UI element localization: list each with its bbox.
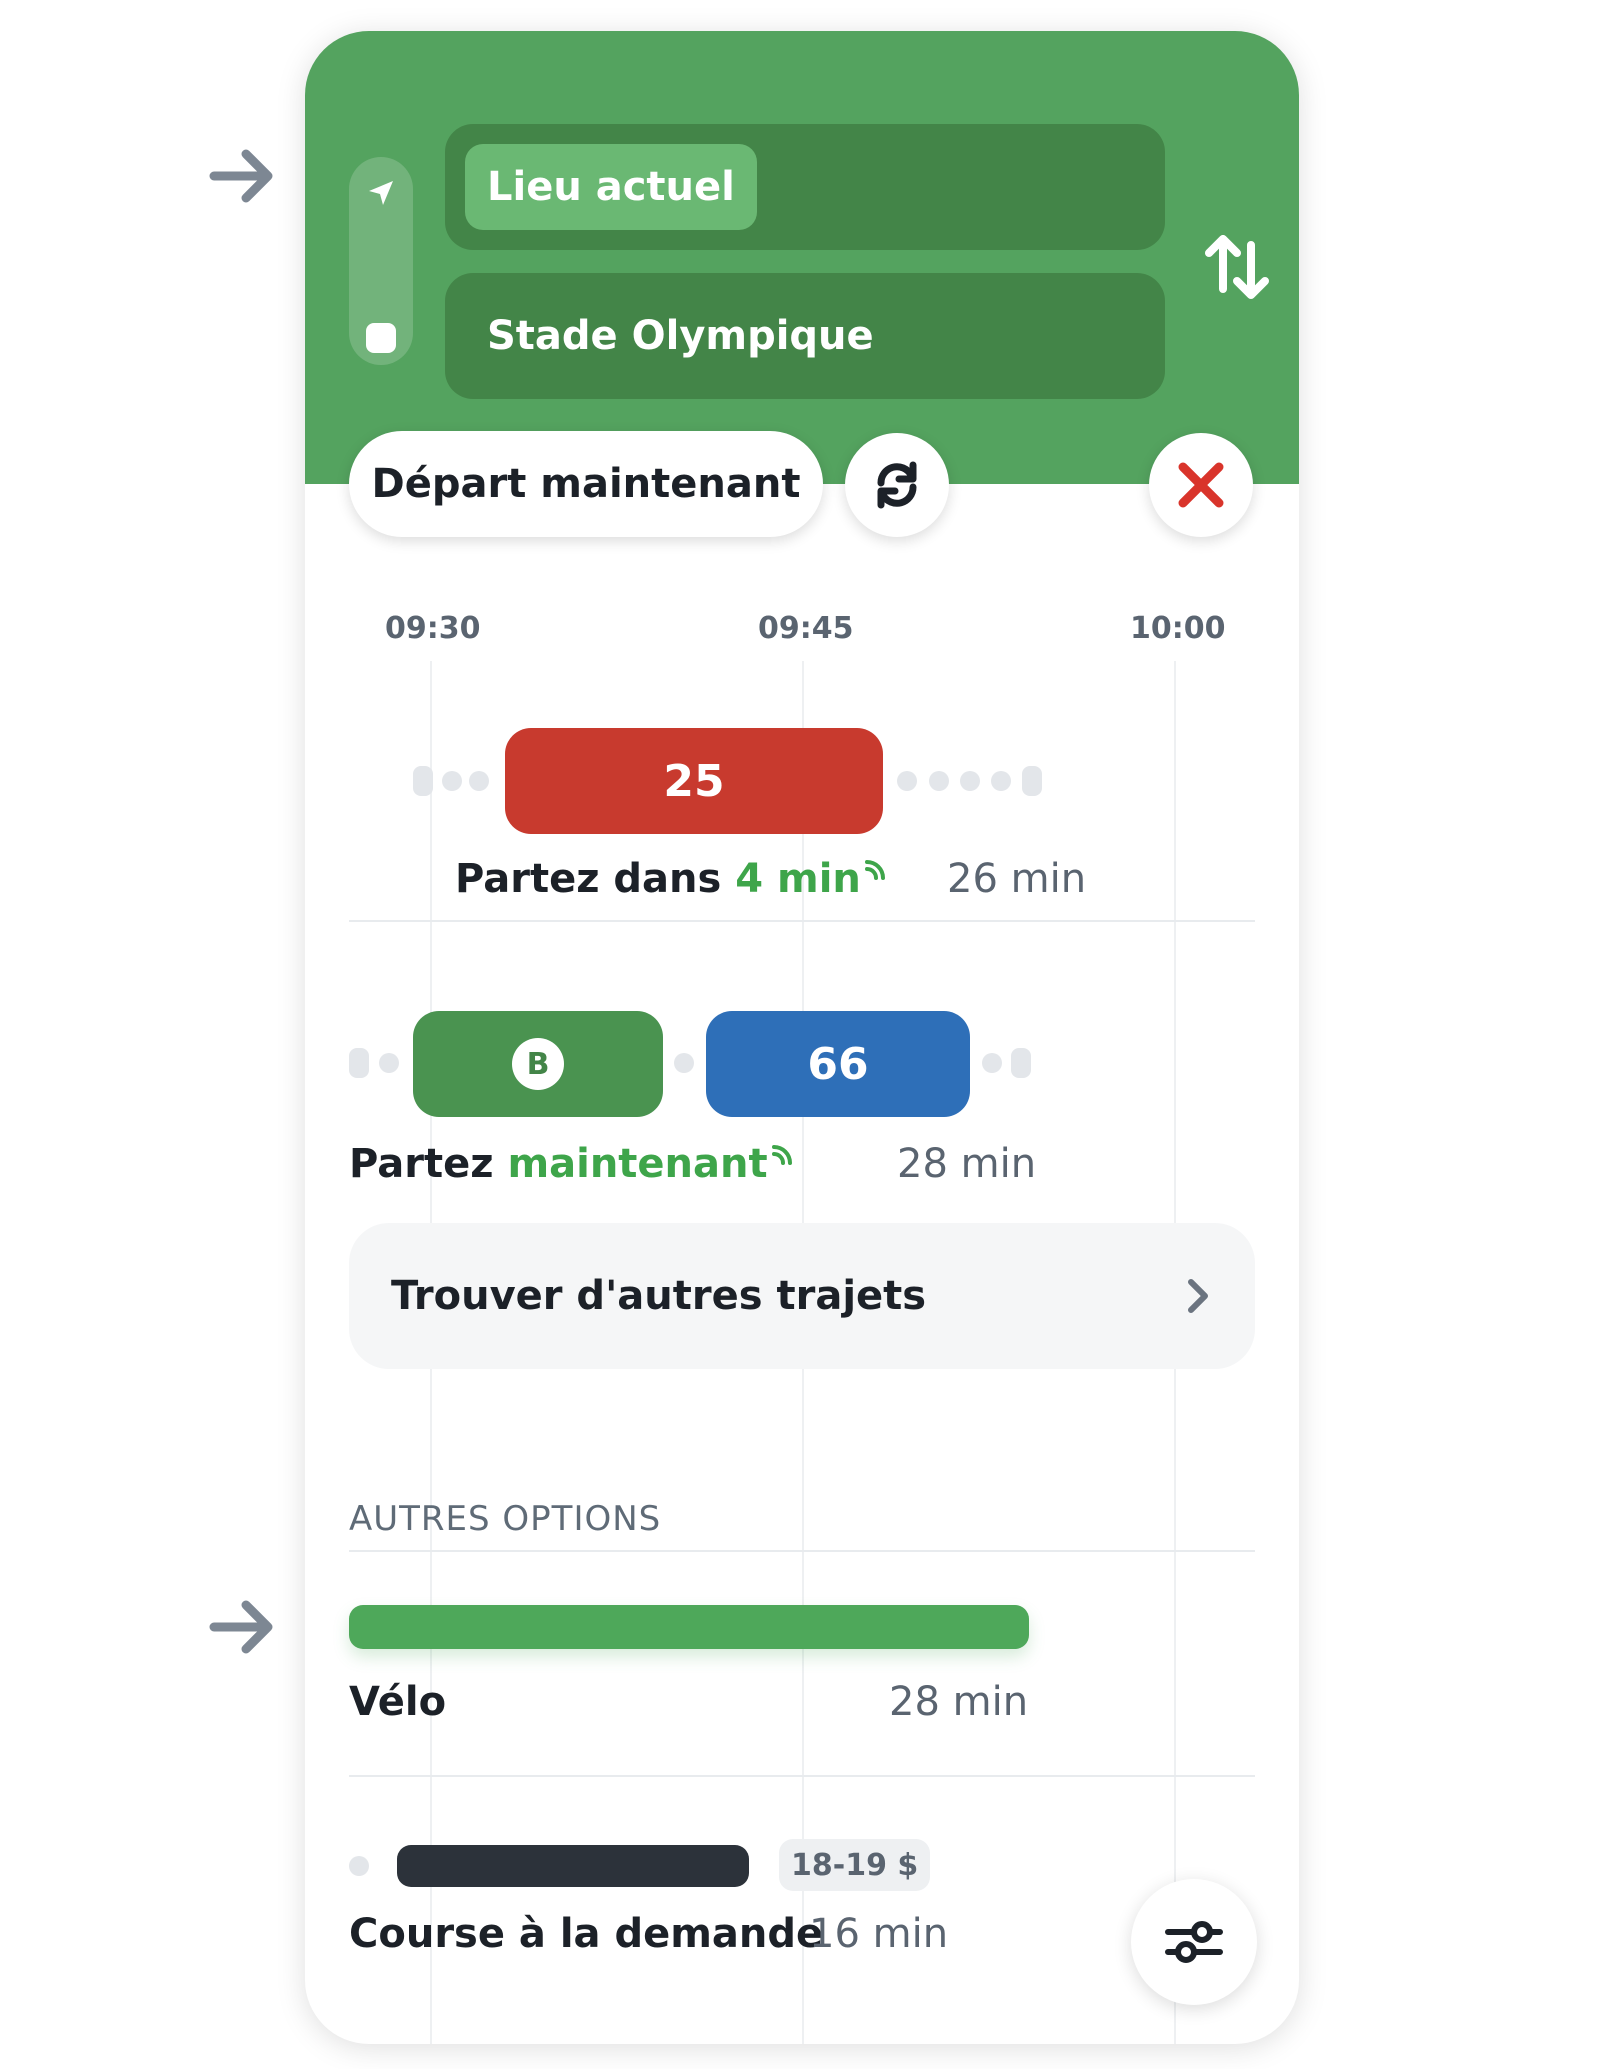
- depart-time-button[interactable]: Départ maintenant: [349, 431, 823, 537]
- route-option-2[interactable]: B 66 Partez maintenant 28 min: [349, 981, 1255, 1221]
- walk-segment: [929, 771, 949, 791]
- walk-segment: [349, 1856, 369, 1876]
- chevron-right-icon: [1188, 1279, 1208, 1313]
- walk-segment: [1022, 766, 1042, 796]
- other-options-heading: AUTRES OPTIONS: [349, 1499, 662, 1539]
- bike-option-duration: 28 min: [889, 1679, 1029, 1725]
- refresh-button[interactable]: [845, 433, 949, 537]
- realtime-signal-icon: [864, 860, 885, 880]
- route-depart-text: Partez maintenant: [349, 1141, 796, 1187]
- metro-line-badge: B: [512, 1038, 564, 1090]
- divider: [349, 920, 1255, 922]
- ride-option-label: Course à la demande: [349, 1911, 824, 1957]
- metro-line-b-pill: B: [413, 1011, 663, 1117]
- walk-segment: [982, 1053, 1002, 1073]
- walk-segment: [413, 766, 433, 796]
- walk-segment: [469, 771, 489, 791]
- walk-segment: [1011, 1048, 1031, 1078]
- walk-segment: [349, 1048, 369, 1078]
- destination-text: Stade Olympique: [487, 313, 874, 359]
- current-location-chip[interactable]: Lieu actuel: [465, 144, 757, 230]
- timeline-tick: 10:00: [1130, 611, 1226, 646]
- search-header: Lieu actuel Stade Olympique: [305, 31, 1299, 484]
- destination-field[interactable]: Stade Olympique: [445, 273, 1165, 399]
- pointer-arrow-icon: [208, 1597, 278, 1657]
- square-stop-icon: [366, 323, 396, 353]
- sliders-icon: [1165, 1921, 1223, 1963]
- walk-segment: [897, 771, 917, 791]
- bike-duration-bar: [349, 1605, 1029, 1649]
- find-more-trips-button[interactable]: Trouver d'autres trajets: [349, 1223, 1255, 1369]
- route-duration: 26 min: [947, 856, 1087, 902]
- route-endpoints-rail: [349, 157, 413, 365]
- bus-line-25-pill: 25: [505, 728, 883, 834]
- walk-segment: [991, 771, 1011, 791]
- close-button[interactable]: [1149, 433, 1253, 537]
- timeline-tick: 09:30: [385, 611, 481, 646]
- route-depart-text: Partez dans 4 min: [455, 856, 889, 902]
- trip-planner-card: Lieu actuel Stade Olympique Départ maint…: [305, 31, 1299, 2044]
- navigation-arrow-icon: [369, 181, 393, 205]
- refresh-icon: [877, 461, 917, 509]
- origin-field[interactable]: Lieu actuel: [445, 124, 1165, 250]
- bus-line-66-pill: 66: [706, 1011, 970, 1117]
- swap-arrows-icon[interactable]: [1203, 227, 1273, 307]
- walk-segment: [960, 771, 980, 791]
- route-option-1[interactable]: 25 Partez dans 4 min 26 min: [349, 696, 1255, 936]
- timeline-tick: 09:45: [758, 611, 854, 646]
- pointer-arrow-icon: [208, 146, 278, 206]
- walk-segment: [442, 771, 462, 791]
- find-more-trips-label: Trouver d'autres trajets: [391, 1273, 927, 1319]
- close-icon: [1178, 462, 1224, 508]
- filter-button[interactable]: [1131, 1879, 1257, 2005]
- route-duration: 28 min: [897, 1141, 1037, 1187]
- ride-duration-bar: [397, 1845, 749, 1887]
- divider: [349, 1775, 1255, 1777]
- realtime-signal-icon: [771, 1145, 792, 1165]
- ride-option-duration: 16 min: [809, 1911, 949, 1957]
- walk-segment: [379, 1053, 399, 1073]
- divider: [349, 1550, 1255, 1552]
- price-badge: 18-19 $: [779, 1839, 931, 1891]
- walk-segment: [674, 1053, 694, 1073]
- bike-option-label: Vélo: [349, 1679, 447, 1725]
